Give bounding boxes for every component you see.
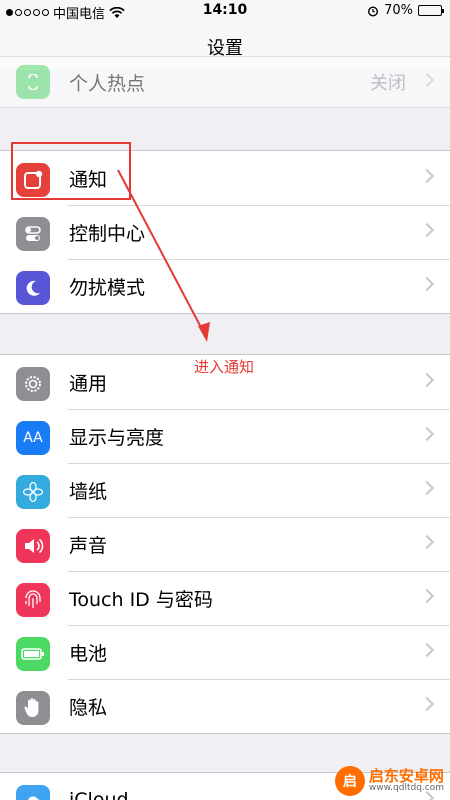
settings-row-privacy[interactable]: 隐私 bbox=[0, 679, 450, 733]
speaker-icon bbox=[16, 529, 50, 563]
hand-icon bbox=[16, 691, 50, 725]
settings-row-sounds[interactable]: 声音 bbox=[0, 517, 450, 571]
settings-row-label: 显示与亮度 bbox=[69, 426, 165, 449]
battery-settings-icon bbox=[16, 637, 50, 671]
gear-icon bbox=[16, 367, 50, 401]
hotspot-icon bbox=[16, 65, 50, 99]
site-watermark: 启 启东安卓网 www.qdltdq.com bbox=[334, 766, 444, 796]
chevron-right-icon bbox=[419, 588, 435, 604]
settings-row-control-center[interactable]: 控制中心 bbox=[0, 205, 450, 259]
fingerprint-icon bbox=[16, 583, 50, 617]
cloud-icon bbox=[16, 785, 50, 800]
battery-percent: 70% bbox=[384, 3, 413, 18]
chevron-right-icon bbox=[419, 372, 435, 388]
settings-group-network: 个人热点 关闭 bbox=[0, 56, 450, 108]
display-brightness-icon: AA bbox=[16, 421, 50, 455]
settings-row-label: 通用 bbox=[69, 372, 108, 395]
control-center-icon bbox=[16, 217, 50, 251]
settings-row-battery[interactable]: 电池 bbox=[0, 625, 450, 679]
settings-group-general: 通用 AA 显示与亮度 墙纸 声音 Touch ID 与密码 电池 隐私 bbox=[0, 354, 450, 734]
status-right: 70% bbox=[367, 3, 444, 18]
watermark-url: www.qdltdq.com bbox=[368, 783, 444, 794]
chevron-right-icon bbox=[419, 168, 435, 184]
alarm-icon bbox=[368, 5, 379, 17]
watermark-logo-icon: 启 bbox=[334, 766, 365, 796]
settings-row-label: 墙纸 bbox=[69, 480, 108, 503]
chevron-right-icon bbox=[419, 642, 435, 658]
chevron-right-icon bbox=[419, 480, 435, 496]
settings-row-label: 电池 bbox=[69, 642, 108, 665]
settings-row-do-not-disturb[interactable]: 勿扰模式 bbox=[0, 259, 450, 313]
battery-icon bbox=[418, 5, 444, 16]
settings-row-label: 声音 bbox=[69, 534, 108, 557]
settings-row-label: Touch ID 与密码 bbox=[69, 588, 213, 611]
chevron-right-icon bbox=[419, 72, 435, 88]
wallpaper-flower-icon bbox=[16, 475, 50, 509]
chevron-right-icon bbox=[419, 426, 435, 442]
chevron-right-icon bbox=[419, 222, 435, 238]
watermark-name: 启东安卓网 bbox=[368, 766, 444, 785]
settings-row-value: 关闭 bbox=[370, 73, 406, 94]
annotation-label: 进入通知 bbox=[194, 358, 255, 376]
settings-row-label: 勿扰模式 bbox=[69, 276, 146, 299]
chevron-right-icon bbox=[419, 696, 435, 712]
settings-row-wallpaper[interactable]: 墙纸 bbox=[0, 463, 450, 517]
settings-row-label: 控制中心 bbox=[69, 222, 146, 245]
settings-row-label: 隐私 bbox=[69, 696, 108, 719]
chevron-right-icon bbox=[419, 276, 435, 292]
settings-row-display[interactable]: AA 显示与亮度 bbox=[0, 409, 450, 463]
settings-row-touch-id[interactable]: Touch ID 与密码 bbox=[0, 571, 450, 625]
display-icon-glyph: AA bbox=[23, 430, 43, 446]
status-bar: 中国电信 14:10 70% bbox=[0, 0, 450, 22]
settings-row-label: 个人热点 bbox=[69, 72, 146, 95]
settings-row-label: iCloud bbox=[69, 789, 129, 800]
moon-icon bbox=[16, 271, 50, 305]
chevron-right-icon bbox=[419, 534, 435, 550]
settings-row-hotspot[interactable]: 个人热点 关闭 bbox=[0, 57, 450, 107]
watermark-text: 启东安卓网 www.qdltdq.com bbox=[369, 768, 444, 794]
annotation-highlight-box bbox=[11, 142, 131, 200]
